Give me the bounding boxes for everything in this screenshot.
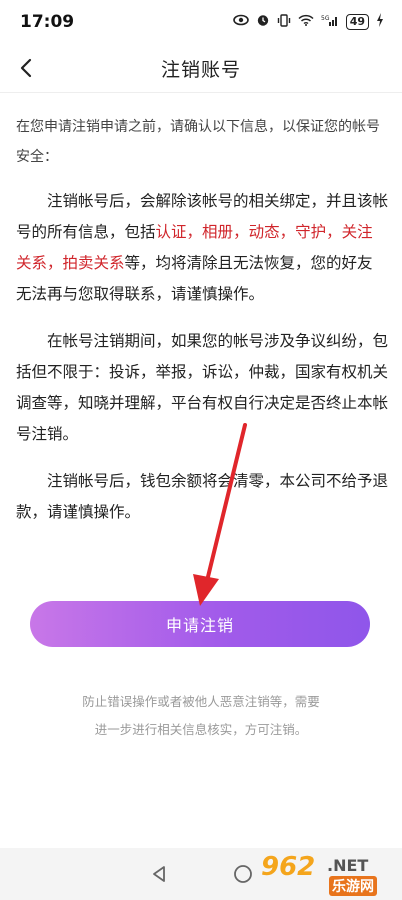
charging-icon <box>376 13 384 31</box>
wifi-icon <box>298 14 314 30</box>
watermark-suffix: .NET <box>327 856 369 875</box>
nav-header: 注销账号 <box>0 44 402 93</box>
chevron-left-icon[interactable] <box>12 54 40 82</box>
alarm-icon <box>256 13 270 31</box>
highlight-separator: ， <box>47 254 63 272</box>
status-bar: 17:09 5G 49 <box>0 0 402 44</box>
note-line: 防止错误操作或者被他人恶意注销等，需要 <box>82 694 320 709</box>
highlight-separator: ， <box>279 223 296 241</box>
status-time: 17:09 <box>20 12 75 32</box>
watermark-name: 乐游网 <box>329 876 377 896</box>
watermark-number: 962 <box>261 852 316 882</box>
highlight-certification: 认证 <box>155 223 187 241</box>
paragraph-wallet: 注销帐号后，钱包余额将会清零，本公司不给予退款，请谨慎操作。 <box>16 472 389 521</box>
highlight-separator: ， <box>233 223 249 241</box>
watermark-logo: 962 .NET 乐游网 <box>261 852 396 898</box>
highlight-moments: 动态 <box>248 223 280 241</box>
svg-text:5G: 5G <box>321 15 330 22</box>
battery-indicator: 49 <box>345 14 369 30</box>
notice-content: 在您申请注销申请之前，请确认以下信息，以保证您的帐号安全： 注销帐号后，会解除该… <box>16 112 388 544</box>
circle-home-icon[interactable] <box>231 862 255 886</box>
verification-note: 防止错误操作或者被他人恶意注销等，需要 进一步进行相关信息核实，方可注销。 <box>30 688 372 744</box>
status-icons: 5G 49 <box>232 13 384 31</box>
intro-text: 在您申请注销申请之前，请确认以下信息，以保证您的帐号安全： <box>16 119 380 165</box>
highlight-guard: 守护 <box>295 223 327 241</box>
highlight-separator: ， <box>326 223 342 241</box>
page-title: 注销账号 <box>160 58 241 81</box>
eye-icon <box>232 14 249 30</box>
highlight-separator: ， <box>186 223 203 241</box>
paragraph-dispute: 在帐号注销期间，如果您的帐号涉及争议纠纷，包括但不限于：投诉，举报，诉讼，仲裁，… <box>16 332 389 443</box>
triangle-back-icon[interactable] <box>147 862 171 886</box>
highlight-album: 相册 <box>202 223 234 241</box>
signal-icon: 5G <box>321 14 339 30</box>
paragraph-account-info: 注销帐号后，会解除该帐号的相关绑定，并且该帐号的所有信息，包括认证，相册，动态，… <box>16 186 388 310</box>
highlight-auction: 拍卖关系 <box>62 254 125 272</box>
apply-cancellation-button[interactable]: 申请注销 <box>30 601 370 647</box>
note-line: 进一步进行相关信息核实，方可注销。 <box>94 722 308 737</box>
vibrate-icon <box>277 13 291 31</box>
